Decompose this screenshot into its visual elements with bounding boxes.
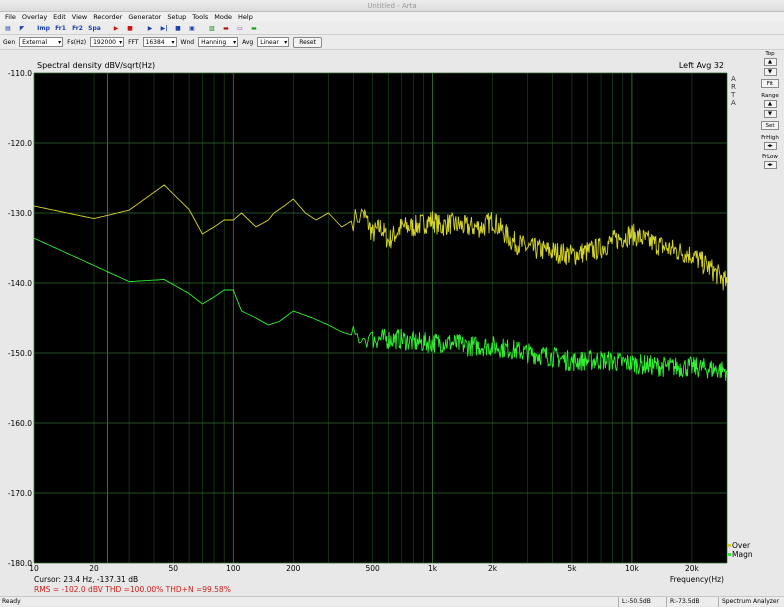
x-tick-label: 50	[169, 564, 179, 573]
range-label: Range	[761, 93, 779, 99]
rec-icon[interactable]: ■	[172, 23, 184, 34]
legend-swatch	[728, 544, 731, 547]
set-button[interactable]: Set	[761, 121, 779, 130]
imp-button[interactable]: Imp	[36, 23, 51, 34]
frhigh-label: FrHigh	[761, 135, 779, 141]
toolbar-separator	[104, 23, 108, 34]
gen-icon[interactable]: ▣	[186, 23, 198, 34]
wnd-select[interactable]: Hanning	[198, 37, 239, 47]
menu-setup[interactable]: Setup	[164, 12, 189, 22]
x-tick-label: 5k	[567, 564, 577, 573]
y-tick-label: -120.0	[8, 139, 32, 148]
stats-readout: RMS = -102.0 dBV THD =100.00% THD+N =99.…	[34, 585, 231, 594]
osc-icon[interactable]: ▭	[234, 23, 246, 34]
fs-select[interactable]: 192000	[90, 37, 125, 47]
fft-label: FFT	[128, 38, 139, 46]
legend-swatch	[728, 553, 731, 556]
toolbar-separator	[30, 23, 34, 34]
level-icon[interactable]: ▬	[220, 23, 232, 34]
wave-icon[interactable]: ▧	[206, 23, 218, 34]
plot-area[interactable]: -110.0 -120.0 -130.0 -140.0 -150.0 -160.0 -170…	[0, 51, 755, 596]
menu-edit[interactable]: Edit	[50, 12, 69, 22]
menu-generator[interactable]: Generator	[125, 12, 164, 22]
y-tick-label: -140.0	[8, 279, 32, 288]
range-down-button[interactable]: ▼	[763, 110, 777, 118]
x-tick-label: 20	[89, 564, 99, 573]
menu-recorder[interactable]: Recorder	[90, 12, 125, 22]
status-ready: Ready	[2, 598, 21, 605]
y-tick-label: -110.0	[8, 69, 32, 78]
x-tick-label: 10k	[625, 564, 640, 573]
x-tick-label: 10	[29, 564, 39, 573]
fr1-button[interactable]: Fr1	[53, 23, 68, 34]
gen-select[interactable]: External	[19, 37, 64, 47]
pointer-icon[interactable]: ◤	[16, 23, 28, 34]
x-tick-label: 500	[365, 564, 380, 573]
toolbar: ▤ ◤ Imp Fr1 Fr2 Spa ▶ ■ ▶ ▶| ■ ▣ ▧ ▬ ▭ ▬	[0, 22, 784, 35]
x-tick-label: 200	[286, 564, 301, 573]
y-tick-label: -130.0	[8, 209, 32, 218]
x-tick-label: 100	[226, 564, 241, 573]
status-icon[interactable]: ▬	[248, 23, 260, 34]
menu-help[interactable]: Help	[235, 12, 256, 22]
x-axis-label: Frequency(Hz)	[670, 575, 724, 584]
gen-label: Gen	[3, 38, 16, 46]
range-up-button[interactable]: ▲	[763, 100, 777, 108]
y-tick-label: -170.0	[8, 489, 32, 498]
spectrum-chart[interactable]: -110.0 -120.0 -130.0 -140.0 -150.0 -160.0 -170…	[0, 51, 755, 596]
step-icon[interactable]: ▶|	[158, 23, 170, 34]
play-icon[interactable]: ▶	[110, 23, 122, 34]
menu-bar: File Overlay Edit View Recorder Generato…	[0, 12, 784, 22]
stop-icon[interactable]: ■	[124, 23, 136, 34]
frhigh-buttons[interactable]: ◂▸	[763, 142, 777, 150]
menu-view[interactable]: View	[69, 12, 90, 22]
fft-select[interactable]: 16384	[142, 37, 177, 47]
open-icon[interactable]: ▤	[2, 23, 14, 34]
menu-overlay[interactable]: Overlay	[19, 12, 50, 22]
toolbar-separator	[200, 23, 204, 34]
top-down-button[interactable]: ▼	[763, 68, 777, 76]
x-tick-label: 2k	[488, 564, 498, 573]
fs-label: Fs(Hz)	[67, 38, 87, 46]
window-title: Untitled - Arta	[0, 0, 784, 12]
legend-label: Over	[732, 541, 751, 550]
avg-select[interactable]: Linear	[257, 37, 290, 47]
menu-mode[interactable]: Mode	[211, 12, 235, 22]
top-label: Top	[765, 51, 775, 57]
cursor-readout: Cursor: 23.4 Hz, -137.31 dB	[34, 575, 138, 584]
x-tick-label: 1k	[428, 564, 438, 573]
fit-button[interactable]: Fit	[761, 79, 779, 88]
top-up-button[interactable]: ▲	[763, 58, 777, 66]
avg-label: Avg	[242, 38, 254, 46]
menu-file[interactable]: File	[2, 12, 19, 22]
run-icon[interactable]: ▶	[144, 23, 156, 34]
y-tick-label: -150.0	[8, 349, 32, 358]
menu-tools[interactable]: Tools	[189, 12, 211, 22]
x-tick-label: 20k	[685, 564, 700, 573]
reset-button[interactable]: Reset	[293, 36, 322, 48]
side-panel: Top ▲ ▼ Fit Range ▲ ▼ Set FrHigh ◂▸ FrLo…	[756, 51, 784, 596]
channel-avg-label: Left Avg 32	[679, 61, 724, 70]
spa-button[interactable]: Spa	[87, 23, 102, 34]
status-bar: Ready L:-50.5dB R:-73.5dB Spectrum Analy…	[0, 596, 784, 607]
y-tick-label: -160.0	[8, 419, 32, 428]
control-bar: Gen External Fs(Hz) 192000 FFT 16384 Wnd…	[0, 35, 784, 50]
frlow-label: FrLow	[762, 154, 778, 160]
wnd-label: Wnd	[180, 38, 195, 46]
toolbar-separator	[138, 23, 142, 34]
fr2-button[interactable]: Fr2	[70, 23, 85, 34]
legend-label: Magn	[732, 550, 753, 559]
chart-title: Spectral density dBV/sqrt(Hz)	[37, 61, 155, 70]
frlow-buttons[interactable]: ◂▸	[763, 161, 777, 169]
arta-brand: ARTA	[730, 75, 736, 107]
